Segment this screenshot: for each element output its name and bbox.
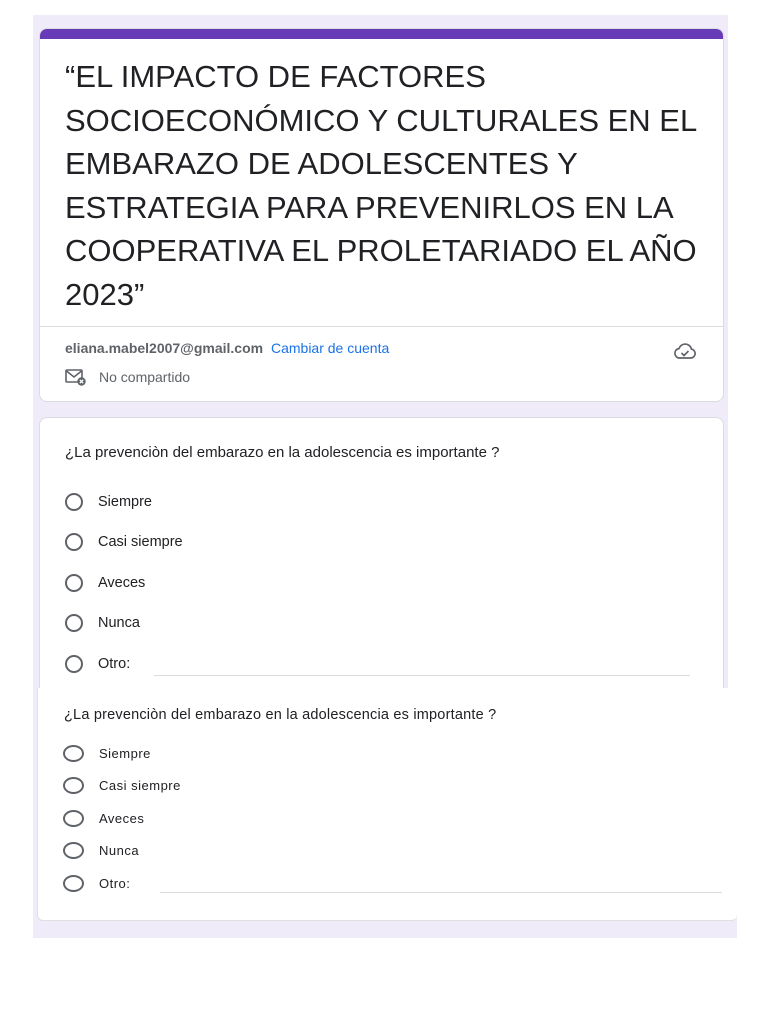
option-label: Nunca — [99, 843, 140, 858]
cloud-saved-icon — [674, 343, 696, 359]
option-label: Otro: — [99, 876, 131, 891]
option-label: Aveces — [99, 811, 145, 826]
option-label: Casi siempre — [98, 534, 183, 550]
account-email: eliana.mabel2007@gmail.com — [65, 340, 264, 356]
option-aveces[interactable]: Aveces — [65, 574, 145, 592]
option-label: Otro: — [98, 656, 131, 672]
radio-button[interactable] — [65, 533, 83, 551]
radio-button[interactable] — [65, 655, 83, 673]
radio-button[interactable] — [65, 614, 83, 632]
option-label: Casi siempre — [99, 778, 181, 793]
option-label: Aveces — [98, 575, 146, 591]
radio-button[interactable] — [63, 842, 84, 859]
radio-button[interactable] — [63, 810, 84, 827]
question-title: ¿La prevenciòn del embarazo en la adoles… — [65, 444, 500, 461]
option-siempre[interactable]: Siempre — [63, 745, 151, 762]
question-card-second: ¿La prevenciòn del embarazo en la adoles… — [37, 688, 737, 921]
header-divider — [40, 326, 723, 327]
switch-account-link[interactable]: Cambiar de cuenta — [271, 340, 389, 356]
option-otro[interactable]: Otro: — [63, 875, 130, 892]
option-label: Siempre — [99, 746, 151, 761]
form-title: “EL IMPACTO DE FACTORES SOCIOECONÓMICO Y… — [65, 59, 697, 312]
other-text-input[interactable] — [154, 675, 690, 676]
form-header-card: “EL IMPACTO DE FACTORES SOCIOECONÓMICO Y… — [39, 28, 724, 402]
question-title: ¿La prevenciòn del embarazo en la adoles… — [64, 707, 497, 723]
share-status-text: No compartido — [99, 369, 191, 385]
option-otro[interactable]: Otro: — [65, 655, 130, 673]
header-accent-bar — [40, 29, 723, 39]
option-label: Nunca — [98, 615, 140, 631]
option-nunca[interactable]: Nunca — [63, 842, 139, 859]
question-card: ¿La prevenciòn del embarazo en la adoles… — [39, 417, 724, 717]
radio-button[interactable] — [63, 777, 84, 794]
radio-button[interactable] — [63, 875, 84, 892]
mail-not-shared-icon — [65, 369, 86, 386]
other-text-input[interactable] — [160, 892, 722, 893]
radio-button[interactable] — [65, 574, 83, 592]
option-aveces[interactable]: Aveces — [63, 810, 144, 827]
option-siempre[interactable]: Siempre — [65, 493, 152, 511]
option-nunca[interactable]: Nunca — [65, 614, 140, 632]
option-casi-siempre[interactable]: Casi siempre — [63, 777, 181, 794]
radio-button[interactable] — [65, 493, 83, 511]
option-label: Siempre — [98, 494, 152, 510]
option-casi-siempre[interactable]: Casi siempre — [65, 533, 183, 551]
account-row: eliana.mabel2007@gmail.com Cambiar de cu… — [65, 340, 389, 356]
share-status-row: No compartido — [65, 368, 190, 386]
radio-button[interactable] — [63, 745, 84, 762]
